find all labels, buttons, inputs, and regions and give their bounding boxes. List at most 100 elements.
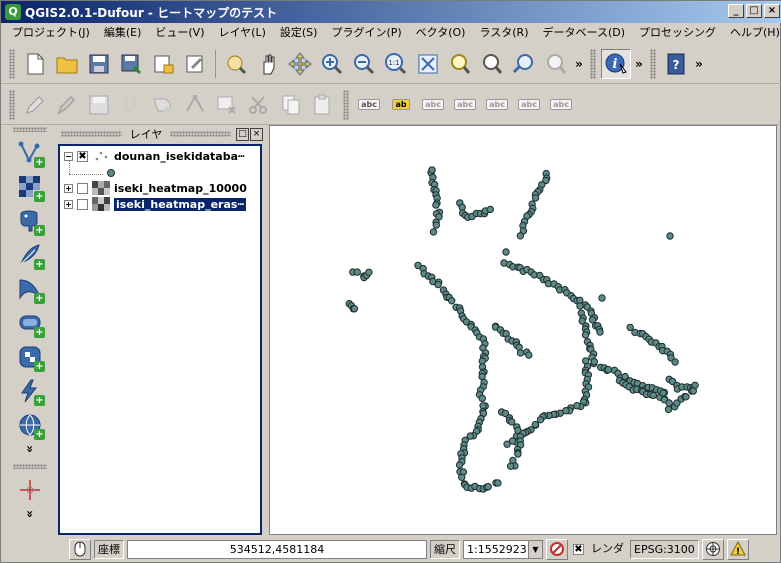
menu-processing[interactable]: プロセッシング <box>632 23 723 43</box>
rotate-label-button[interactable]: abc <box>482 90 512 120</box>
change-label-button[interactable]: abc <box>514 90 544 120</box>
layer-item[interactable]: − ✖ dounan_isekidataba┅ <box>60 148 260 164</box>
save-edits-button[interactable] <box>84 90 114 120</box>
messages-warning-button[interactable]: ! <box>726 538 749 560</box>
show-hide-labels-button[interactable]: abc <box>418 90 448 120</box>
menu-help[interactable]: ヘルプ(H) <box>723 23 781 43</box>
layer-visibility-checkbox[interactable] <box>77 198 88 210</box>
move-label-button[interactable]: abc <box>450 90 480 120</box>
identify-features-button[interactable]: i <box>601 48 631 79</box>
new-print-composer-button[interactable] <box>148 49 178 79</box>
digitize-capture-button[interactable] <box>13 473 47 507</box>
label-abc-change-icon: abc <box>550 99 572 110</box>
menu-view[interactable]: ビュー(V) <box>148 23 211 43</box>
render-checkbox[interactable]: ✖ <box>573 543 584 555</box>
save-as-button[interactable] <box>116 49 146 79</box>
toolbar-grip[interactable] <box>9 48 15 79</box>
chevron-down-icon[interactable]: ▼ <box>528 540 542 558</box>
composer-manager-button[interactable] <box>180 49 210 79</box>
paste-features-button[interactable] <box>308 90 338 120</box>
zoom-layer-icon <box>483 53 503 74</box>
layer-item-selected[interactable]: + iseki_heatmap_eras┅ <box>60 196 260 212</box>
left-toolbar-more-chevron[interactable]: » <box>23 442 37 458</box>
collapse-toggle[interactable]: − <box>64 151 73 161</box>
toggle-extents-button[interactable] <box>69 538 91 560</box>
toolbar-grip[interactable] <box>13 127 47 132</box>
add-wms-layer-button[interactable]: + <box>13 340 47 374</box>
move-feature-button[interactable] <box>148 90 178 120</box>
current-edits-button[interactable] <box>52 90 82 120</box>
toolbar-grip[interactable] <box>13 464 47 469</box>
menu-plugins[interactable]: プラグイン(P) <box>324 23 408 43</box>
projection-button[interactable] <box>701 538 724 560</box>
add-feature-button[interactable] <box>116 90 146 120</box>
add-raster-layer-button[interactable]: + <box>13 170 47 204</box>
delete-selected-button[interactable] <box>212 90 242 120</box>
toolbar-grip[interactable] <box>650 48 656 79</box>
add-postgis-layer-button[interactable]: + <box>13 204 47 238</box>
layer-visibility-checkbox[interactable] <box>77 182 88 194</box>
crs-status[interactable]: EPSG:3100 <box>630 539 699 559</box>
open-project-button[interactable] <box>52 49 82 79</box>
expand-toggle[interactable]: + <box>64 183 73 193</box>
add-oracle-layer-button[interactable]: + <box>13 306 47 340</box>
toolbar-grip[interactable] <box>590 48 596 79</box>
layer-item[interactable]: + iseki_heatmap_10000 <box>60 180 260 196</box>
menu-layer[interactable]: レイヤ(L) <box>211 23 272 43</box>
stop-rendering-button[interactable] <box>546 538 568 560</box>
menu-raster[interactable]: ラスタ(R) <box>472 23 535 43</box>
menu-settings[interactable]: 設定(S) <box>273 23 325 43</box>
toolbar-more-chevron-3[interactable]: » <box>692 57 706 71</box>
layer-labeling-button[interactable]: abc <box>354 90 384 120</box>
composer-manager-icon <box>186 55 203 72</box>
save-project-button[interactable] <box>84 49 114 79</box>
toolbar-more-chevron-2[interactable]: » <box>632 57 646 71</box>
layer-visibility-checkbox[interactable]: ✖ <box>77 150 88 162</box>
close-button[interactable]: × <box>764 4 780 18</box>
add-mssql-layer-button[interactable]: + <box>13 272 47 306</box>
close-panel-button[interactable]: × <box>250 127 264 141</box>
zoom-out-button[interactable] <box>349 49 379 79</box>
left-toolbar-more-chevron-2[interactable]: » <box>23 507 37 523</box>
svg-text:1:1: 1:1 <box>388 59 399 67</box>
help-button[interactable]: ? <box>661 49 691 79</box>
add-spatialite-layer-button[interactable]: + <box>13 238 47 272</box>
menu-database[interactable]: データベース(D) <box>536 23 633 43</box>
node-tool-button[interactable] <box>180 90 210 120</box>
expand-toggle[interactable]: + <box>64 199 73 209</box>
add-wfs-layer-button[interactable]: + <box>13 408 47 442</box>
scale-label: 縮尺 <box>430 539 460 559</box>
cut-features-button[interactable] <box>244 90 274 120</box>
menu-project[interactable]: プロジェクト(J) <box>5 23 97 43</box>
zoom-last-button[interactable] <box>509 49 539 79</box>
zoom-native-button[interactable]: 1:1 <box>381 49 411 79</box>
maximize-button[interactable]: □ <box>746 4 762 18</box>
add-vector-layer-button[interactable]: + <box>13 136 47 170</box>
toolbar-grip[interactable] <box>9 89 15 120</box>
pin-labels-button[interactable]: ab <box>386 90 416 120</box>
add-wcs-layer-button[interactable]: + <box>13 374 47 408</box>
pan-map-button[interactable] <box>253 49 283 79</box>
minimize-button[interactable]: _ <box>728 4 744 18</box>
menu-edit[interactable]: 編集(E) <box>97 23 149 43</box>
menu-vector[interactable]: ベクタ(O) <box>409 23 473 43</box>
zoom-to-selection-button[interactable] <box>445 49 475 79</box>
float-panel-button[interactable]: □ <box>236 127 250 141</box>
pan-to-selection-button[interactable] <box>221 49 251 79</box>
copy-features-button[interactable] <box>276 90 306 120</box>
toggle-editing-button[interactable] <box>20 90 50 120</box>
pan-arrows-button[interactable] <box>285 49 315 79</box>
toolbar-grip[interactable] <box>343 89 349 120</box>
new-project-button[interactable] <box>20 49 50 79</box>
panel-grip[interactable] <box>61 131 122 137</box>
toolbar-more-chevron[interactable]: » <box>572 57 586 71</box>
map-canvas[interactable] <box>269 125 777 535</box>
zoom-in-button[interactable] <box>317 49 347 79</box>
scale-combobox[interactable]: 1:1552923 ▼ <box>463 539 543 559</box>
zoom-full-button[interactable] <box>413 49 443 79</box>
panel-grip[interactable] <box>170 131 232 137</box>
label-properties-button[interactable]: abc <box>546 90 576 120</box>
zoom-to-layer-button[interactable] <box>477 49 507 79</box>
zoom-next-button[interactable] <box>541 49 571 79</box>
coordinate-input[interactable]: 534512,4581184 <box>127 539 427 559</box>
